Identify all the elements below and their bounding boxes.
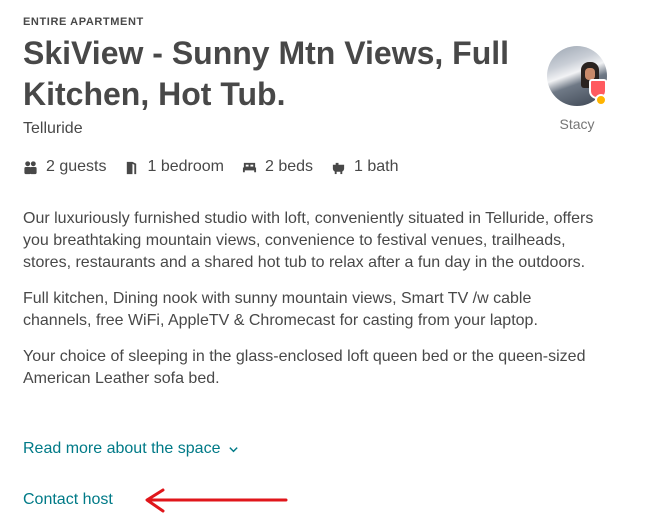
description-paragraph: Your choice of sleeping in the glass-enc… <box>23 348 586 387</box>
amenity-label: 1 bedroom <box>147 158 224 175</box>
contact-host-link[interactable]: Contact host <box>23 491 113 509</box>
guests-icon <box>24 160 37 174</box>
superhost-badge-icon <box>589 79 607 106</box>
listing-title: SkiView - Sunny Mtn Views, Full Kitchen,… <box>23 35 510 112</box>
description-paragraph: Our luxuriously furnished studio with lo… <box>23 210 594 271</box>
listing-summary: ENTIRE APARTMENT SkiView - Sunny Mtn Vie… <box>23 0 633 530</box>
amenity-label: 1 bath <box>354 158 399 175</box>
description-paragraph: Full kitchen, Dining nook with sunny mou… <box>23 290 538 329</box>
bed-icon <box>242 162 257 172</box>
amenity-guests: 2 guests <box>23 158 106 176</box>
amenity-beds: 2 beds <box>242 158 313 176</box>
read-more-label: Read more about the space <box>23 440 221 457</box>
amenity-label: 2 guests <box>46 158 107 175</box>
bath-icon <box>332 162 345 174</box>
host-profile[interactable]: Stacy <box>544 46 610 132</box>
chevron-down-icon <box>229 446 239 452</box>
listing-location[interactable]: Telluride <box>23 120 83 138</box>
host-name[interactable]: Stacy <box>544 116 610 132</box>
amenity-bedroom: 1 bedroom <box>124 158 224 176</box>
amenity-label: 2 beds <box>264 158 314 175</box>
amenity-bath: 1 bath <box>331 158 399 176</box>
read-more-link[interactable]: Read more about the space <box>23 440 239 458</box>
amenities-row: 2 guests 1 bedroom 2 beds 1 bath <box>23 158 417 176</box>
annotation-arrow-icon <box>145 488 288 513</box>
room-type-label: ENTIRE APARTMENT <box>23 16 144 28</box>
listing-description: Our luxuriously furnished studio with lo… <box>23 208 603 404</box>
bedroom-icon <box>127 161 137 174</box>
